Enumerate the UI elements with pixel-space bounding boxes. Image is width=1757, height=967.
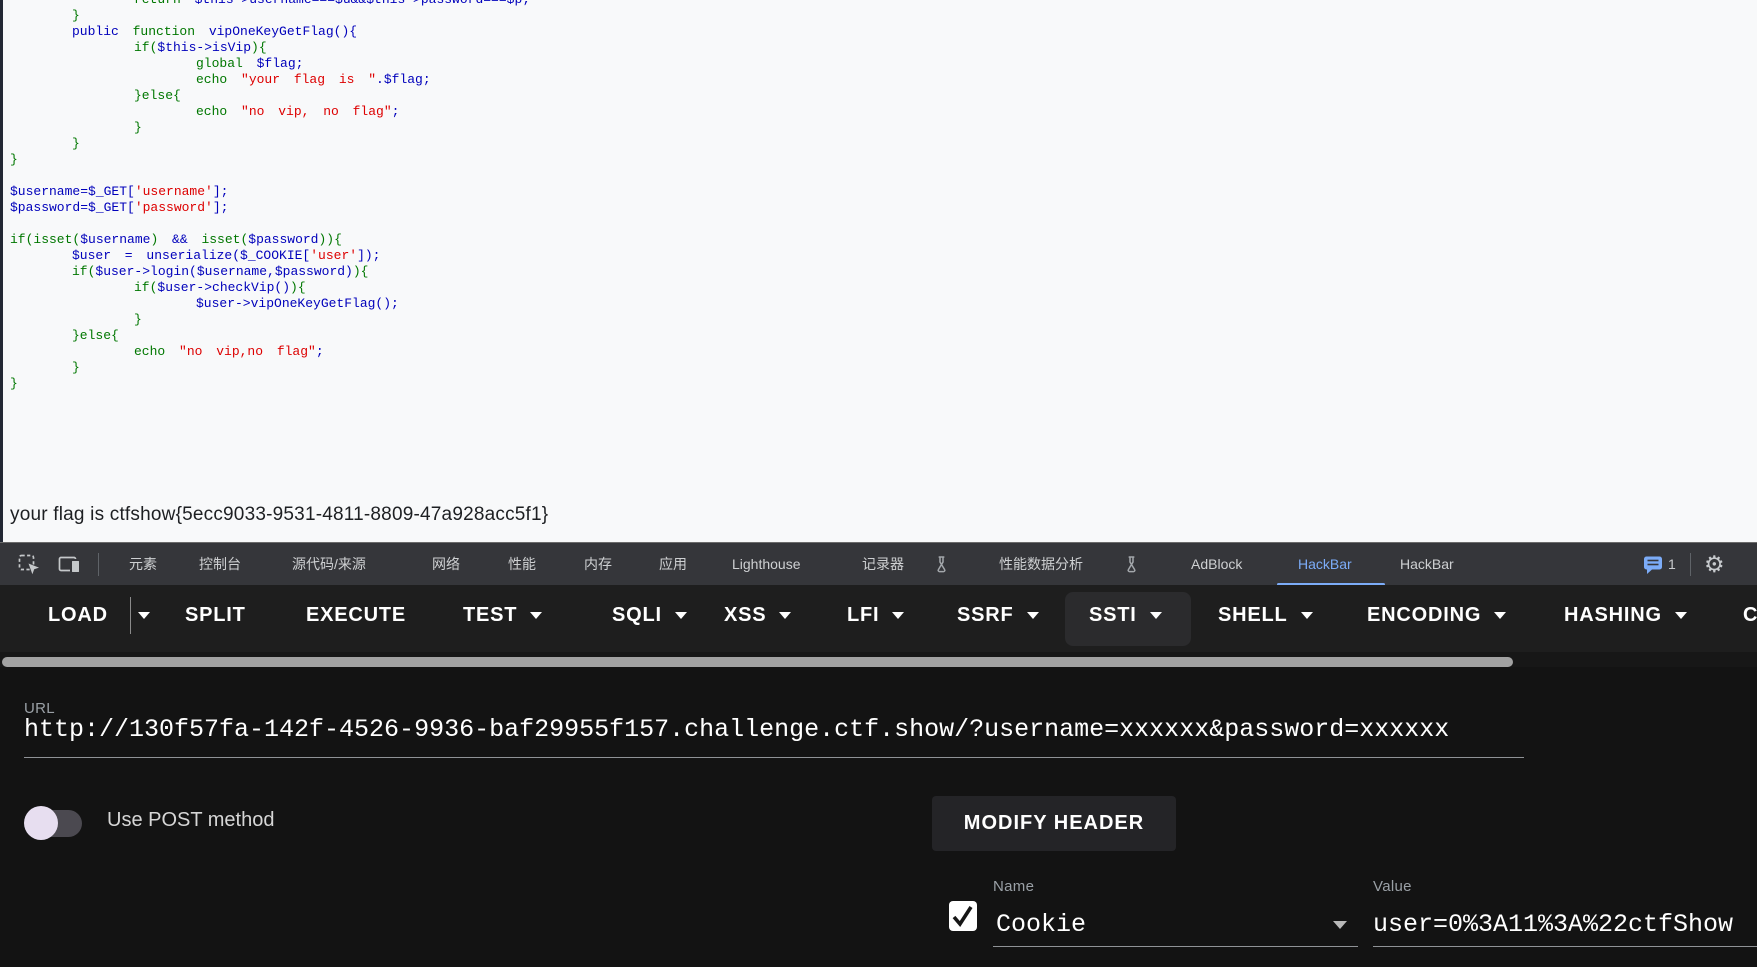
header-value-input[interactable]: user=0%3A11%3A%22ctfShow	[1373, 910, 1733, 939]
flask-icon	[1124, 556, 1139, 578]
tab-performance-insights[interactable]: 性能数据分析	[999, 543, 1083, 586]
chevron-down-icon	[675, 612, 687, 619]
tab-performance[interactable]: 性能	[508, 543, 536, 586]
encoding-menu[interactable]: ENCODING	[1367, 585, 1506, 645]
value-label: Value	[1373, 878, 1412, 895]
lfi-menu[interactable]: LFI	[847, 585, 904, 645]
tab-elements[interactable]: 元素	[129, 543, 157, 586]
tab-recorder[interactable]: 记录器	[862, 543, 904, 586]
chevron-down-icon	[1150, 612, 1162, 619]
tab-lighthouse[interactable]: Lighthouse	[732, 543, 801, 586]
tab-hackbar-active[interactable]: HackBar	[1298, 543, 1352, 586]
use-post-label: Use POST method	[107, 809, 274, 832]
ssrf-menu[interactable]: SSRF	[957, 585, 1039, 645]
hackbar-panel: URL http://130f57fa-142f-4526-9936-baf29…	[0, 667, 1757, 967]
chevron-down-icon	[1301, 612, 1313, 619]
check-icon	[949, 901, 977, 931]
toggle-thumb	[24, 806, 58, 840]
cookie-enabled-checkbox[interactable]	[949, 901, 977, 931]
device-toolbar-icon[interactable]	[58, 554, 84, 580]
url-input-underline	[24, 757, 1524, 758]
settings-gear-icon[interactable]: ⚙	[1704, 543, 1725, 586]
shell-menu[interactable]: SHELL	[1218, 585, 1313, 645]
load-button[interactable]: LOAD	[48, 585, 108, 645]
toolbar-separator	[1690, 553, 1691, 576]
sqli-menu[interactable]: SQLI	[612, 585, 687, 645]
xss-menu[interactable]: XSS	[724, 585, 791, 645]
tab-sources[interactable]: 源代码/来源	[292, 543, 366, 586]
split-button[interactable]: SPLIT	[185, 585, 246, 645]
name-label: Name	[993, 878, 1034, 895]
tab-application[interactable]: 应用	[659, 543, 687, 586]
flask-icon	[934, 556, 949, 578]
hackbar-toolbar: LOAD SPLIT EXECUTE TEST SQLI XSS LFI SSR…	[0, 585, 1757, 652]
devtools-tab-bar: 元素 控制台 源代码/来源 网络 性能 内存 应用 Lighthouse 记录器…	[0, 542, 1757, 585]
chevron-down-icon	[1027, 612, 1039, 619]
tab-network[interactable]: 网络	[432, 543, 460, 586]
tab-hackbar-2[interactable]: HackBar	[1400, 543, 1454, 586]
flag-output: your flag is ctfshow{5ecc9033-9531-4811-…	[10, 504, 548, 526]
screen: return $this->username===$u&&$this->pass…	[0, 0, 1757, 967]
name-field-underline	[993, 946, 1358, 947]
php-source-code: return $this->username===$u&&$this->pass…	[10, 0, 530, 392]
chevron-down-icon	[1494, 612, 1506, 619]
load-split-separator	[130, 597, 131, 634]
cut-off-menu[interactable]: C	[1743, 585, 1757, 645]
horizontal-scrollbar-track	[0, 652, 1757, 667]
chevron-down-icon	[779, 612, 791, 619]
inspect-element-icon[interactable]	[18, 554, 40, 580]
chevron-down-icon	[530, 612, 542, 619]
webpage-content: return $this->username===$u&&$this->pass…	[0, 0, 1757, 542]
hashing-menu[interactable]: HASHING	[1564, 585, 1687, 645]
header-name-select[interactable]: Cookie	[996, 910, 1086, 939]
ssti-menu[interactable]: SSTI	[1089, 585, 1162, 645]
execute-button[interactable]: EXECUTE	[306, 585, 406, 645]
test-menu[interactable]: TEST	[463, 585, 542, 645]
tab-adblock[interactable]: AdBlock	[1191, 543, 1242, 586]
tab-console[interactable]: 控制台	[199, 543, 241, 586]
tab-memory[interactable]: 内存	[584, 543, 612, 586]
message-count: 1	[1668, 543, 1676, 586]
horizontal-scrollbar-thumb[interactable]	[2, 657, 1513, 667]
chevron-down-icon[interactable]	[1333, 921, 1347, 929]
modify-header-button[interactable]: MODIFY HEADER	[932, 796, 1176, 851]
use-post-toggle[interactable]	[24, 806, 86, 840]
page-left-edge	[0, 0, 3, 542]
load-dropdown-arrow[interactable]	[138, 585, 150, 645]
chevron-down-icon	[1675, 612, 1687, 619]
messages-bubble-icon[interactable]	[1643, 556, 1665, 580]
chevron-down-icon	[892, 612, 904, 619]
toolbar-separator	[98, 553, 99, 576]
chevron-down-icon	[138, 612, 150, 619]
value-field-underline	[1373, 946, 1757, 947]
url-input[interactable]: http://130f57fa-142f-4526-9936-baf29955f…	[24, 715, 1449, 744]
